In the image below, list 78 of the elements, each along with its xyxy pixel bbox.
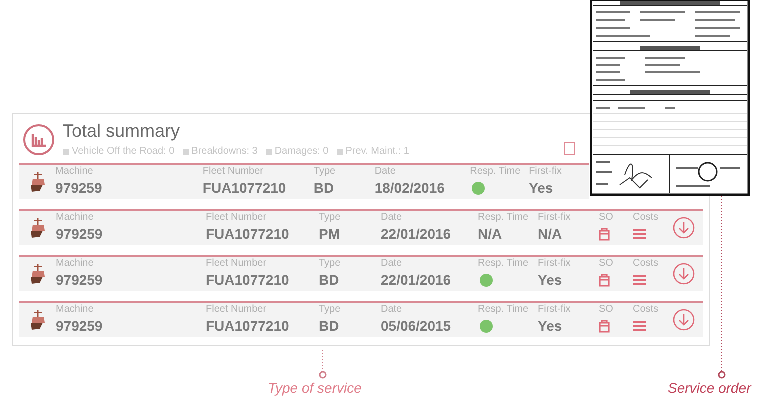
legend-item: Breakdowns: 3 xyxy=(182,144,258,159)
machine-icon xyxy=(29,217,47,239)
summary-title: Total summary xyxy=(63,120,182,142)
field-label: Costs xyxy=(633,304,660,316)
leader-line xyxy=(319,350,327,380)
field-value: 979259 xyxy=(56,271,104,290)
field-value: BD xyxy=(314,179,336,198)
field-value: FUA1077210 xyxy=(206,271,290,290)
document-icon[interactable] xyxy=(599,228,610,240)
field-label: First-fix xyxy=(538,304,572,316)
field-value: 979259 xyxy=(56,317,104,336)
field-label: Resp. Time xyxy=(478,212,530,224)
field-label: Type xyxy=(314,166,337,178)
field-value: 18/02/2016 xyxy=(374,179,446,198)
download-button[interactable] xyxy=(673,263,695,285)
field-value: BD xyxy=(319,317,340,336)
field-value: FUA1077210 xyxy=(206,317,290,336)
field-label: Resp. Time xyxy=(478,258,530,270)
service-row[interactable]: Machine 979259 Fleet Number FUA1077210 Type BD Date 05/06/2015 Resp. Time First-fix Yes SO Costs xyxy=(19,301,703,337)
field-value: BD xyxy=(319,271,340,290)
field-label: Date xyxy=(381,258,404,270)
field-label: Date xyxy=(381,212,404,224)
field-label: Resp. Time xyxy=(478,304,530,316)
field-value: Yes xyxy=(538,271,564,290)
field-label: Type xyxy=(319,212,342,224)
machine-icon xyxy=(29,309,47,331)
download-button[interactable] xyxy=(673,309,695,331)
annotation-label: Service order xyxy=(668,380,752,397)
field-value: 05/06/2015 xyxy=(381,317,452,336)
list-icon[interactable] xyxy=(633,274,646,286)
field-label: First-fix xyxy=(538,212,572,224)
field-label: Type xyxy=(319,304,342,316)
list-icon[interactable] xyxy=(633,228,646,240)
legend-item: Damages: 0 xyxy=(266,144,329,159)
field-label: Machine xyxy=(56,304,95,316)
field-value: Yes xyxy=(529,179,554,198)
field-label: Costs xyxy=(633,258,660,270)
field-label: Machine xyxy=(56,258,95,270)
field-label: Machine xyxy=(56,212,95,224)
field-value: 979259 xyxy=(56,179,104,198)
field-label: Fleet Number xyxy=(202,166,264,178)
field-label: SO xyxy=(599,304,614,316)
document-icon[interactable] xyxy=(599,274,610,286)
field-value: PM xyxy=(319,225,341,244)
field-value: 22/01/2016 xyxy=(381,225,452,244)
field-label: SO xyxy=(599,212,614,224)
list-icon[interactable] xyxy=(633,320,646,332)
field-label: Fleet Number xyxy=(206,304,268,316)
bar-chart-icon xyxy=(23,124,55,156)
field-label: Costs xyxy=(633,212,660,224)
document-icon[interactable] xyxy=(599,320,610,332)
field-value: FUA1077210 xyxy=(206,225,290,244)
annotation-label: Type of service xyxy=(268,380,362,397)
field-value: 979259 xyxy=(56,225,104,244)
service-row[interactable]: Machine 979259 Fleet Number FUA1077210 Type BD Date 22/01/2016 Resp. Time First-fix Yes SO Costs xyxy=(19,255,703,291)
field-value: FUA1077210 xyxy=(202,179,288,198)
field-label: Fleet Number xyxy=(206,212,268,224)
legend-item: Vehicle Off the Road: 0 xyxy=(63,144,175,159)
field-label: SO xyxy=(599,258,614,270)
field-value: N/A xyxy=(478,225,504,244)
field-value: 22/01/2016 xyxy=(381,271,452,290)
field-label: Machine xyxy=(56,166,94,178)
field-label: Type xyxy=(319,258,342,270)
service-row[interactable]: Machine 979259 Fleet Number FUA1077210 Type BD Date 18/02/2016 Resp. Time First-fix Yes xyxy=(19,163,589,199)
field-label: First-fix xyxy=(538,258,572,270)
field-label: Fleet Number xyxy=(206,258,268,270)
field-label: Date xyxy=(374,166,397,178)
field-label: Resp. Time xyxy=(470,166,522,178)
service-row[interactable]: Machine 979259 Fleet Number FUA1077210 Type PM Date 22/01/2016 Resp. Time N/A First-fix N/A SO Costs xyxy=(19,209,703,245)
machine-icon xyxy=(29,263,47,285)
machine-icon xyxy=(29,171,47,193)
field-value: N/A xyxy=(538,225,564,244)
download-button[interactable] xyxy=(673,217,695,239)
field-label: First-fix xyxy=(529,166,563,178)
field-label: Date xyxy=(381,304,404,316)
field-value: Yes xyxy=(538,317,564,336)
toggle-button[interactable] xyxy=(564,142,575,155)
legend-item: Prev. Maint.: 1 xyxy=(336,144,410,159)
